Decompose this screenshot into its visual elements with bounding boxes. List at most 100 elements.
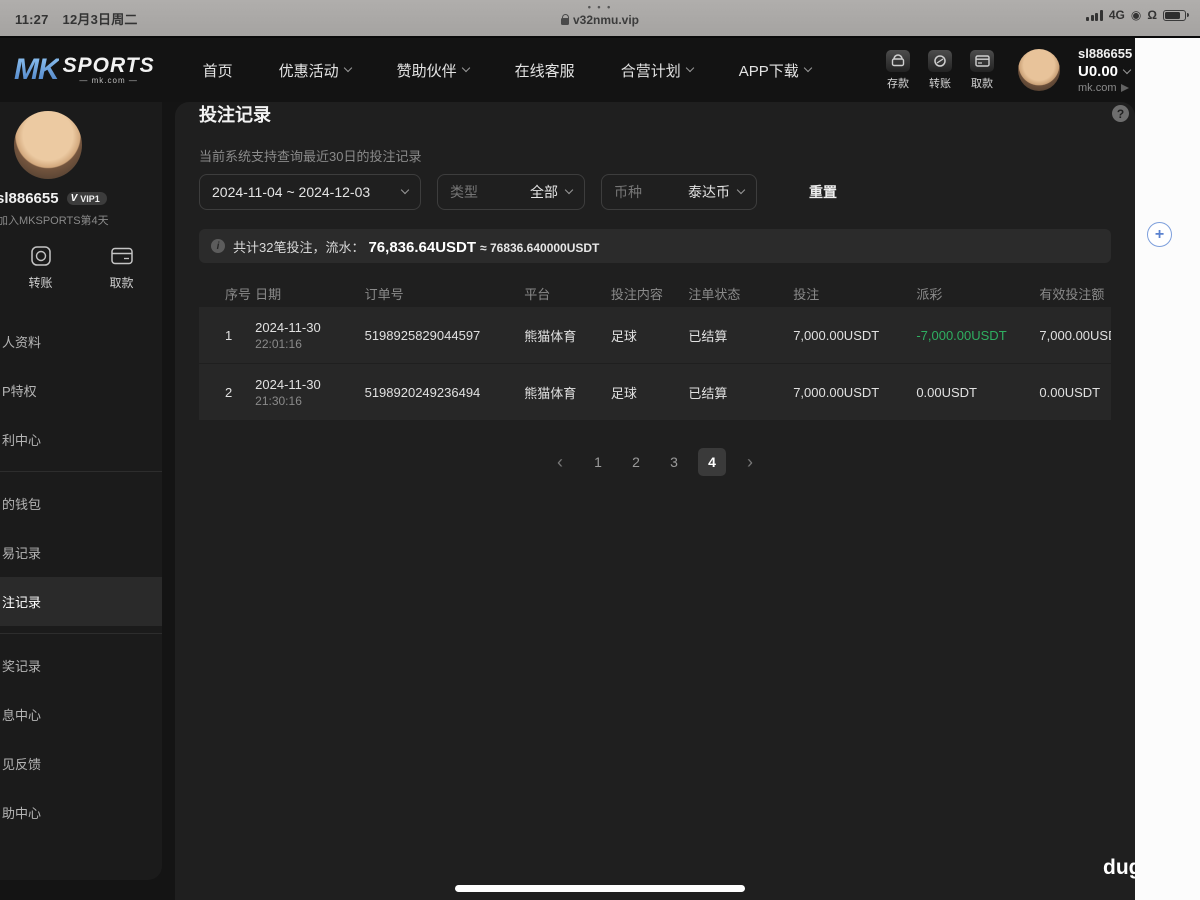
sidebar-transfer-button[interactable]: 转账: [0, 245, 81, 291]
sidebar-item-transactions[interactable]: 易记录: [0, 528, 162, 577]
page-button-1[interactable]: 1: [584, 448, 612, 476]
cell-order: 5198925829044597: [364, 327, 481, 343]
nav-item-app-download[interactable]: APP下载: [739, 60, 812, 81]
orientation-lock-icon: ◉: [1130, 8, 1142, 22]
header-bet: 投注: [793, 286, 820, 302]
withdraw-label: 取款: [971, 77, 993, 90]
chevron-down-icon: [343, 63, 352, 73]
profile-avatar[interactable]: [14, 111, 82, 179]
right-white-strip: +: [1135, 38, 1200, 900]
cell-content: 足球: [610, 385, 637, 401]
headphones-icon: Ω: [1147, 8, 1157, 22]
cell-payout: 0.00USDT: [916, 384, 978, 400]
header-no: 序号: [225, 286, 252, 302]
sidebar: sl886655 V VIP1 加入MKSPORTS第4天 转账 取款 人资料 …: [0, 102, 162, 880]
sidebar-item-vip-privilege[interactable]: P特权: [0, 366, 162, 415]
profile-vip-level: VIP1: [80, 193, 100, 204]
sidebar-item-bet-records[interactable]: 注记录: [0, 577, 162, 626]
address-bar[interactable]: v32nmu.vip: [560, 13, 639, 27]
date-range-picker[interactable]: 2024-11-04 ~ 2024-12-03: [199, 174, 421, 210]
next-page-button[interactable]: ›: [736, 448, 764, 476]
nav-item-affiliate[interactable]: 合营计划: [620, 60, 694, 81]
home-indicator[interactable]: [455, 885, 745, 892]
nav-item-promotions[interactable]: 优惠活动: [278, 60, 352, 81]
sidebar-item-message-center[interactable]: 息中心: [0, 690, 162, 739]
prev-page-button[interactable]: ‹: [546, 448, 574, 476]
cell-bet: 7,000.00USDT: [793, 384, 880, 400]
table-row[interactable]: 2 2024-11-30 21:30:16 5198920249236494 熊…: [199, 364, 1111, 421]
header-content: 投注内容: [610, 286, 663, 302]
header-order: 订单号: [364, 286, 404, 302]
sidebar-item-benefit-center[interactable]: 利中心: [0, 415, 162, 464]
header-payout: 派彩: [916, 286, 943, 302]
sidebar-item-label: 利中心: [2, 433, 42, 448]
header-status: 注单状态: [688, 286, 741, 302]
nav-item-home[interactable]: 首页: [203, 60, 233, 81]
summary-bar: i 共计32笔投注，流水： 76,836.64USDT ≈ 76836.640000…: [199, 229, 1111, 263]
cell-payout: -7,000.00USDT: [916, 327, 1007, 343]
signal-icon: [1086, 9, 1103, 21]
header-date: 日期: [255, 286, 282, 302]
cell-bet: 7,000.00USDT: [793, 327, 880, 343]
sidebar-withdraw-button[interactable]: 取款: [81, 245, 162, 291]
cell-platform: 熊猫体育: [524, 328, 577, 344]
chevron-down-icon: [400, 185, 410, 195]
sidebar-item-label: 息中心: [2, 708, 42, 723]
nav-item-support[interactable]: 在线客服: [515, 60, 575, 81]
withdraw-icon: [110, 247, 133, 265]
profile-vip-badge: V VIP1: [66, 192, 107, 205]
sidebar-item-feedback[interactable]: 见反馈: [0, 739, 162, 788]
page-button-4-active[interactable]: 4: [698, 448, 726, 476]
table-header: 序号 日期 订单号 平台 投注内容 注单状态 投注 派彩 有效投注额: [199, 279, 1111, 307]
user-avatar[interactable]: [1018, 49, 1060, 91]
header-platform: 平台: [524, 286, 551, 302]
sidebar-item-label: 易记录: [2, 546, 42, 561]
username: sl886655: [1078, 46, 1133, 61]
sidebar-item-profile[interactable]: 人资料: [0, 317, 162, 366]
chevron-down-icon: [685, 63, 694, 73]
vip-v-icon: V: [70, 193, 78, 204]
page-button-2[interactable]: 2: [622, 448, 650, 476]
cell-date: 2024-11-30 22:01:16: [255, 320, 364, 351]
transfer-button[interactable]: 转账: [928, 49, 952, 91]
page-button-3[interactable]: 3: [660, 448, 688, 476]
transfer-label: 转账: [929, 77, 951, 90]
nav-menu: 首页 优惠活动 赞助伙伴 在线客服 合营计划 APP下载: [203, 60, 812, 81]
reset-button[interactable]: 重置: [809, 182, 837, 202]
currency-select[interactable]: 币种 泰达币: [601, 174, 757, 210]
nav-item-label: 优惠活动: [278, 62, 339, 80]
cell-time-value: 21:30:16: [255, 393, 302, 408]
chevron-down-icon: [803, 63, 812, 73]
deposit-button[interactable]: 存款: [886, 49, 910, 91]
cell-time-value: 22:01:16: [255, 336, 302, 351]
profile-name: sl886655: [0, 190, 59, 207]
chevron-down-icon: [564, 185, 574, 195]
page-title: 投注记录: [199, 105, 271, 125]
screen: 11:27 12月3日周二 • • • v32nmu.vip 4G ◉ Ω MK …: [0, 0, 1200, 900]
nav-item-sponsors[interactable]: 赞助伙伴: [397, 60, 470, 81]
nav-item-label: 合营计划: [620, 62, 681, 80]
sidebar-item-prize-records[interactable]: 奖记录: [0, 641, 162, 690]
bet-records-table: 序号 日期 订单号 平台 投注内容 注单状态 投注 派彩 有效投注额 1 202…: [199, 279, 1111, 421]
lock-icon: [560, 14, 570, 25]
top-navbar: MK SPORTS mk.com 首页 优惠活动 赞助伙伴 在线客服 合营计划 …: [0, 38, 1200, 102]
site-logo[interactable]: MK SPORTS mk.com: [14, 55, 155, 85]
sidebar-item-wallet[interactable]: 的钱包: [0, 479, 162, 528]
info-icon: i: [211, 239, 225, 253]
nav-item-label: 在线客服: [514, 62, 575, 80]
divider: [0, 471, 162, 472]
sidebar-withdraw-label: 取款: [109, 276, 134, 290]
cell-platform: 熊猫体育: [524, 385, 577, 401]
help-icon[interactable]: ?: [1112, 105, 1129, 122]
cell-date-value: 2024-11-30: [255, 376, 321, 392]
withdraw-button[interactable]: 取款: [970, 49, 994, 91]
type-select[interactable]: 类型 全部: [437, 174, 585, 210]
withdraw-icon: [970, 49, 994, 72]
plus-icon[interactable]: +: [1147, 222, 1172, 247]
divider: [0, 633, 162, 634]
tab-overview-dots[interactable]: • • •: [0, 2, 1200, 12]
sidebar-item-help-center[interactable]: 助中心: [0, 788, 162, 837]
table-row[interactable]: 1 2024-11-30 22:01:16 5198925829044597 熊…: [199, 307, 1111, 364]
type-value: 全部: [530, 184, 558, 200]
deposit-label: 存款: [887, 77, 909, 90]
